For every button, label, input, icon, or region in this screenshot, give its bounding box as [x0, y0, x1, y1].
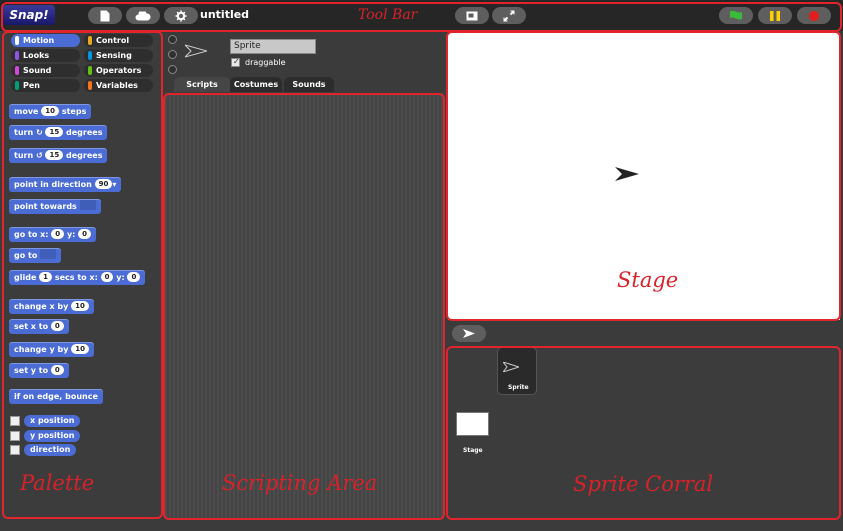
rotate-style-any-button[interactable] — [168, 35, 177, 44]
tool-bar-outline — [1, 2, 842, 32]
rotate-style-flip-button[interactable] — [168, 50, 177, 59]
tab-costumes[interactable]: Costumes — [230, 77, 282, 92]
scripting-area-annotation: Scripting Area — [222, 471, 378, 495]
palette-annotation: Palette — [20, 471, 95, 495]
check-mark-icon: ✓ — [233, 57, 240, 66]
sprite-name-field[interactable]: Sprite — [230, 39, 316, 54]
palette-outline — [2, 31, 163, 519]
sprite-corral-annotation: Sprite Corral — [573, 472, 714, 496]
draggable-label: draggable — [245, 58, 286, 67]
add-new-turtle-sprite-button[interactable] — [452, 325, 486, 342]
tab-sounds[interactable]: Sounds — [284, 77, 334, 92]
sprite-arrow-icon — [185, 44, 207, 58]
turtle-icon — [463, 329, 475, 338]
scripting-area-outline — [163, 93, 445, 520]
rotate-style-none-button[interactable] — [168, 65, 177, 74]
tool-bar-annotation: Tool Bar — [358, 7, 418, 23]
tab-scripts[interactable]: Scripts — [174, 77, 230, 92]
snap-ide: Snap! untitled Motion Control Looks Sens… — [0, 0, 843, 531]
stage-annotation: Stage — [617, 268, 679, 292]
draggable-checkbox[interactable]: ✓ — [231, 57, 240, 67]
